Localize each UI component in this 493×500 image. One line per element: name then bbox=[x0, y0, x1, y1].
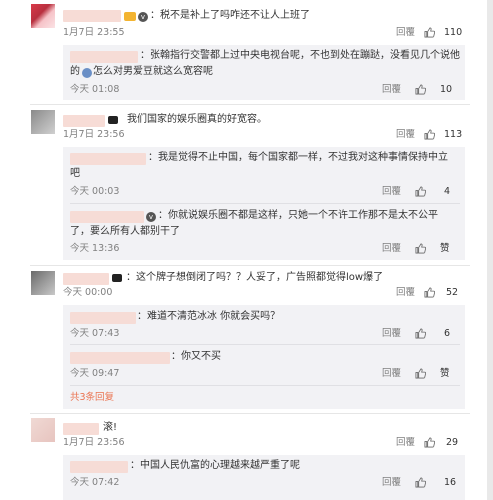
divider bbox=[30, 104, 470, 105]
comment-text: ：税不是补上了吗咋还不让人上班了 bbox=[150, 10, 310, 21]
avatar[interactable] bbox=[31, 4, 55, 28]
like-count: 16 bbox=[444, 477, 457, 488]
thumbs-up-icon[interactable] bbox=[424, 437, 435, 448]
username-redacted[interactable] bbox=[63, 10, 121, 22]
reply-text: ：中国人民仇富的心理越来越严重了呢 bbox=[130, 460, 300, 471]
reply-button[interactable]: 回覆 bbox=[396, 27, 415, 39]
thumbs-up-icon[interactable] bbox=[415, 243, 426, 254]
like-count: 6 bbox=[444, 328, 451, 339]
thumbs-up-icon[interactable] bbox=[415, 84, 426, 95]
thumbs-up-icon[interactable] bbox=[415, 368, 426, 379]
badge-icon bbox=[108, 116, 118, 124]
comment-text: 滚! bbox=[103, 422, 118, 433]
username-redacted[interactable] bbox=[70, 51, 138, 63]
like-count: 赞 bbox=[440, 243, 450, 254]
comment-text: ：这个牌子想倒闭了吗？？人妥了，广告照都觉得low爆了 bbox=[126, 272, 384, 283]
reply-time: 今天 07:42 bbox=[70, 477, 120, 488]
like-count: 10 bbox=[440, 84, 453, 95]
reply-text: ：你就说娱乐圈不都是这样，只她一个不许工作那不是太不公平 bbox=[158, 210, 438, 221]
reply-time: 今天 13:36 bbox=[70, 243, 120, 254]
reply-time: 今天 01:08 bbox=[70, 84, 120, 95]
reply-text: 吧 bbox=[70, 168, 80, 179]
divider bbox=[70, 344, 460, 345]
reply-time: 今天 07:43 bbox=[70, 328, 120, 339]
username-redacted[interactable] bbox=[70, 312, 136, 324]
avatar[interactable] bbox=[31, 418, 55, 442]
reply-text: ：张翰指行交警都上过中央电视台呢，不也到处在蹦跶，没看见几个说他 bbox=[140, 50, 460, 61]
reply-text: ：难道不清范冰冰 你就会买吗？ bbox=[137, 311, 281, 322]
reply-text: 的 bbox=[70, 66, 80, 77]
username-redacted[interactable] bbox=[70, 153, 146, 165]
reply-button[interactable]: 回覆 bbox=[382, 243, 401, 255]
username-redacted[interactable] bbox=[63, 115, 105, 127]
username-redacted[interactable] bbox=[70, 211, 144, 223]
reply-text: 了，要么所有人都别干了 bbox=[70, 226, 180, 237]
like-count: 赞 bbox=[440, 368, 450, 379]
vip-badge-icon: v bbox=[138, 12, 148, 22]
reply-button[interactable]: 回覆 bbox=[382, 368, 401, 380]
reply-button[interactable]: 回覆 bbox=[382, 186, 401, 198]
like-count: 4 bbox=[444, 186, 451, 197]
reply-text: ：我是觉得不止中国，每个国家都一样，不过我对这种事情保持中立 bbox=[148, 152, 448, 163]
username-redacted[interactable] bbox=[63, 423, 99, 435]
scrollbar-track[interactable] bbox=[487, 0, 493, 500]
username-redacted[interactable] bbox=[70, 461, 128, 473]
divider bbox=[70, 203, 460, 204]
divider bbox=[30, 265, 470, 266]
more-replies-link[interactable]: 共3条回复 bbox=[70, 392, 114, 404]
thumbs-up-icon[interactable] bbox=[415, 186, 426, 197]
comment-time: 1月7日 23:55 bbox=[63, 27, 125, 38]
thumbs-up-icon[interactable] bbox=[424, 27, 435, 38]
badge-icon bbox=[112, 274, 122, 282]
like-count: 52 bbox=[446, 287, 459, 298]
reply-button[interactable]: 回覆 bbox=[396, 287, 415, 299]
like-count: 110 bbox=[444, 27, 463, 38]
reply-time: 今天 00:03 bbox=[70, 186, 120, 197]
comment-text: 我们国家的娱乐圈真的好宽容。 bbox=[127, 114, 267, 125]
reply-time: 今天 09:47 bbox=[70, 368, 120, 379]
thumbs-up-icon[interactable] bbox=[424, 129, 435, 140]
avatar-small-icon bbox=[82, 68, 92, 78]
thumbs-up-icon[interactable] bbox=[424, 287, 435, 298]
reply-button[interactable]: 回覆 bbox=[382, 477, 401, 489]
comment-time: 1月7日 23:56 bbox=[63, 129, 125, 140]
reply-button[interactable]: 回覆 bbox=[396, 129, 415, 141]
divider bbox=[70, 385, 460, 386]
thumbs-up-icon[interactable] bbox=[415, 477, 426, 488]
like-count: 29 bbox=[446, 437, 459, 448]
comment-time: 今天 00:00 bbox=[63, 287, 113, 298]
username-redacted[interactable] bbox=[70, 352, 170, 364]
reply-button[interactable]: 回覆 bbox=[382, 328, 401, 340]
like-count: 113 bbox=[444, 129, 463, 140]
thumbs-up-icon[interactable] bbox=[415, 328, 426, 339]
avatar[interactable] bbox=[31, 110, 55, 134]
vip-badge-icon: v bbox=[146, 212, 156, 222]
reply-button[interactable]: 回覆 bbox=[382, 84, 401, 96]
reply-text: 怎么对男爱豆就这么宽容呢 bbox=[93, 66, 213, 77]
crown-badge-icon bbox=[124, 12, 136, 21]
divider bbox=[30, 413, 470, 414]
reply-button[interactable]: 回覆 bbox=[396, 437, 415, 449]
username-redacted[interactable] bbox=[63, 273, 109, 285]
comment-time: 1月7日 23:56 bbox=[63, 437, 125, 448]
avatar[interactable] bbox=[31, 271, 55, 295]
reply-text: ：你又不买 bbox=[171, 351, 221, 362]
